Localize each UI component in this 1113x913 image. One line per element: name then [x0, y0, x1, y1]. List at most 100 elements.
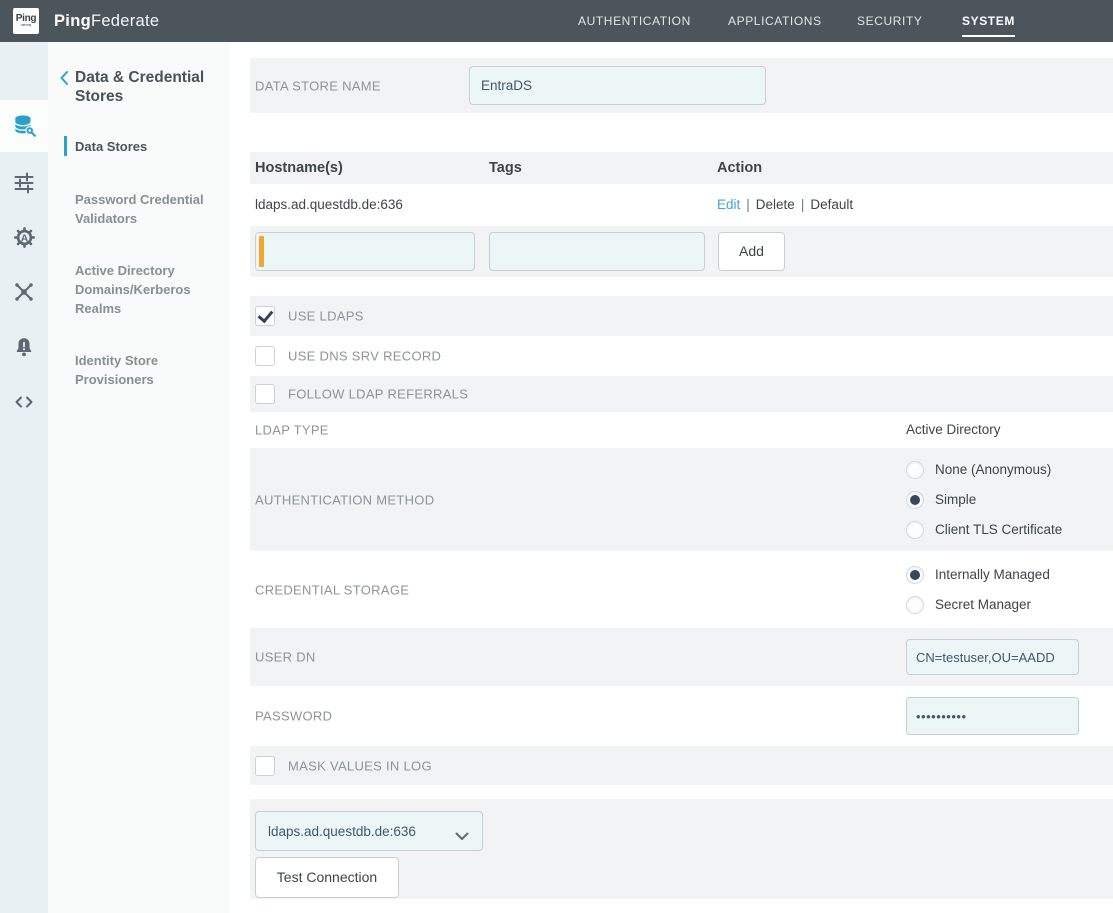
sliders-icon[interactable] [0, 156, 48, 208]
use-ldaps-label: USE LDAPS [288, 309, 364, 324]
radio-internally-managed[interactable]: Internally Managed [906, 564, 1050, 586]
nav-system[interactable]: SYSTEM [962, 0, 1015, 42]
radio-label: Secret Manager [935, 597, 1031, 612]
mask-values-label: MASK VALUES IN LOG [288, 758, 432, 773]
credential-storage-row: CREDENTIAL STORAGE Internally Managed Se… [250, 551, 1113, 628]
user-dn-row: USER DN [250, 628, 1113, 686]
chevron-down-icon [455, 828, 469, 846]
icon-rail: A [0, 42, 48, 913]
nav-applications[interactable]: APPLICATIONS [728, 0, 822, 42]
edit-link[interactable]: Edit [717, 197, 740, 212]
admin-gear-icon[interactable]: A [0, 211, 48, 263]
default-link[interactable]: Default [810, 197, 853, 212]
radio-label: Client TLS Certificate [935, 522, 1062, 537]
svg-text:A: A [20, 233, 28, 244]
ldap-type-label: LDAP TYPE [255, 423, 329, 438]
radio-icon-selected[interactable] [906, 491, 924, 509]
notifications-icon[interactable] [0, 321, 48, 373]
logo-subtext: Identity [19, 24, 33, 27]
top-navbar: Ping Identity PingFederate AUTHENTICATIO… [0, 0, 1113, 42]
mask-values-checkbox[interactable] [255, 756, 275, 776]
password-input[interactable] [906, 697, 1079, 735]
app-title-bold: Ping [54, 12, 91, 30]
password-label: PASSWORD [255, 709, 332, 724]
data-store-name-row: DATA STORE NAME [250, 58, 1113, 113]
sidebar-item-label: Data Stores [75, 139, 147, 154]
sliders-glyph [12, 170, 36, 194]
new-tags-input[interactable] [489, 232, 705, 271]
app-title: PingFederate [54, 0, 159, 42]
radio-client-tls-certificate[interactable]: Client TLS Certificate [906, 519, 1062, 541]
hosts-table-header: Hostname(s) Tags Action [250, 152, 1113, 184]
use-dns-srv-row: USE DNS SRV RECORD [250, 336, 1113, 376]
nav-authentication[interactable]: AUTHENTICATION [578, 0, 691, 42]
radio-icon[interactable] [906, 596, 924, 614]
code-brackets-glyph [12, 390, 36, 414]
column-tags: Tags [489, 152, 522, 184]
follow-referrals-label: FOLLOW LDAP REFERRALS [288, 387, 468, 402]
ping-identity-logo[interactable]: Ping Identity [13, 8, 39, 34]
user-dn-label: USER DN [255, 650, 316, 665]
password-row: PASSWORD [250, 686, 1113, 746]
connection-test-section: ldaps.ad.questdb.de:636 Test Connection [250, 799, 1113, 899]
radio-none-anonymous[interactable]: None (Anonymous) [906, 459, 1062, 481]
code-icon[interactable] [0, 376, 48, 428]
use-dns-srv-checkbox[interactable] [255, 346, 275, 366]
row-actions: Edit | Delete | Default [717, 184, 853, 226]
data-stores-icon[interactable] [0, 100, 48, 152]
radio-label: Internally Managed [935, 567, 1050, 582]
sidebar-item-data-stores[interactable]: Data Stores [75, 137, 221, 156]
sidebar-heading: Data & Credential Stores [75, 68, 225, 106]
radio-icon[interactable] [906, 461, 924, 479]
radio-label: None (Anonymous) [935, 462, 1051, 477]
radio-simple[interactable]: Simple [906, 489, 1062, 511]
hostname-value: ldaps.ad.questdb.de:636 [255, 184, 403, 226]
cluster-icon[interactable] [0, 266, 48, 318]
sidebar-item-label: Active Directory Domains/Kerberos Realms [75, 263, 191, 316]
follow-referrals-row: FOLLOW LDAP REFERRALS [250, 376, 1113, 412]
use-ldaps-row: USE LDAPS [250, 296, 1113, 336]
test-connection-button[interactable]: Test Connection [255, 857, 399, 898]
column-hostnames: Hostname(s) [255, 152, 343, 184]
use-ldaps-checkbox[interactable] [255, 306, 275, 326]
sidebar-item-label: Identity Store Provisioners [75, 353, 158, 387]
gear-a-glyph: A [12, 225, 37, 250]
data-store-name-label: DATA STORE NAME [255, 78, 381, 93]
database-key-icon [11, 113, 37, 139]
radio-secret-manager[interactable]: Secret Manager [906, 594, 1050, 616]
add-button[interactable]: Add [718, 232, 785, 271]
radio-icon-selected[interactable] [906, 566, 924, 584]
action-separator: | [801, 197, 805, 212]
column-action: Action [717, 152, 762, 184]
ldap-type-row: LDAP TYPE Active Directory [250, 412, 1113, 448]
selected-host: ldaps.ad.questdb.de:636 [268, 824, 416, 839]
authentication-method-label: AUTHENTICATION METHOD [255, 492, 434, 507]
active-indicator-bar [64, 136, 67, 156]
radio-label: Simple [935, 492, 976, 507]
sidebar-item-password-credential-validators[interactable]: Password Credential Validators [75, 190, 221, 228]
cluster-glyph [12, 280, 36, 304]
action-separator: | [746, 197, 750, 212]
app-title-light: Federate [91, 12, 159, 30]
data-store-name-input[interactable] [469, 66, 766, 105]
connection-host-select[interactable]: ldaps.ad.questdb.de:636 [255, 811, 483, 851]
text-caret [259, 236, 264, 267]
authentication-method-options: None (Anonymous) Simple Client TLS Certi… [906, 448, 1062, 551]
delete-link[interactable]: Delete [756, 197, 795, 212]
sidebar-item-ad-domains-kerberos[interactable]: Active Directory Domains/Kerberos Realms [75, 261, 221, 318]
sidebar-item-label: Password Credential Validators [75, 192, 204, 226]
back-chevron-icon[interactable] [59, 70, 69, 91]
authentication-method-row: AUTHENTICATION METHOD None (Anonymous) S… [250, 448, 1113, 551]
pingfederate-admin-screen: Ping Identity PingFederate AUTHENTICATIO… [0, 0, 1113, 913]
follow-referrals-checkbox[interactable] [255, 384, 275, 404]
sidebar: Data & Credential Stores Data Stores Pas… [48, 42, 230, 913]
mask-values-row: MASK VALUES IN LOG [250, 746, 1113, 785]
bell-alert-glyph [12, 335, 36, 359]
credential-storage-label: CREDENTIAL STORAGE [255, 582, 409, 597]
radio-icon[interactable] [906, 521, 924, 539]
sidebar-item-identity-store-provisioners[interactable]: Identity Store Provisioners [75, 351, 221, 389]
new-hostname-input[interactable] [255, 232, 475, 271]
user-dn-input[interactable] [906, 639, 1079, 675]
nav-security[interactable]: SECURITY [857, 0, 922, 42]
credential-storage-options: Internally Managed Secret Manager [906, 551, 1050, 628]
